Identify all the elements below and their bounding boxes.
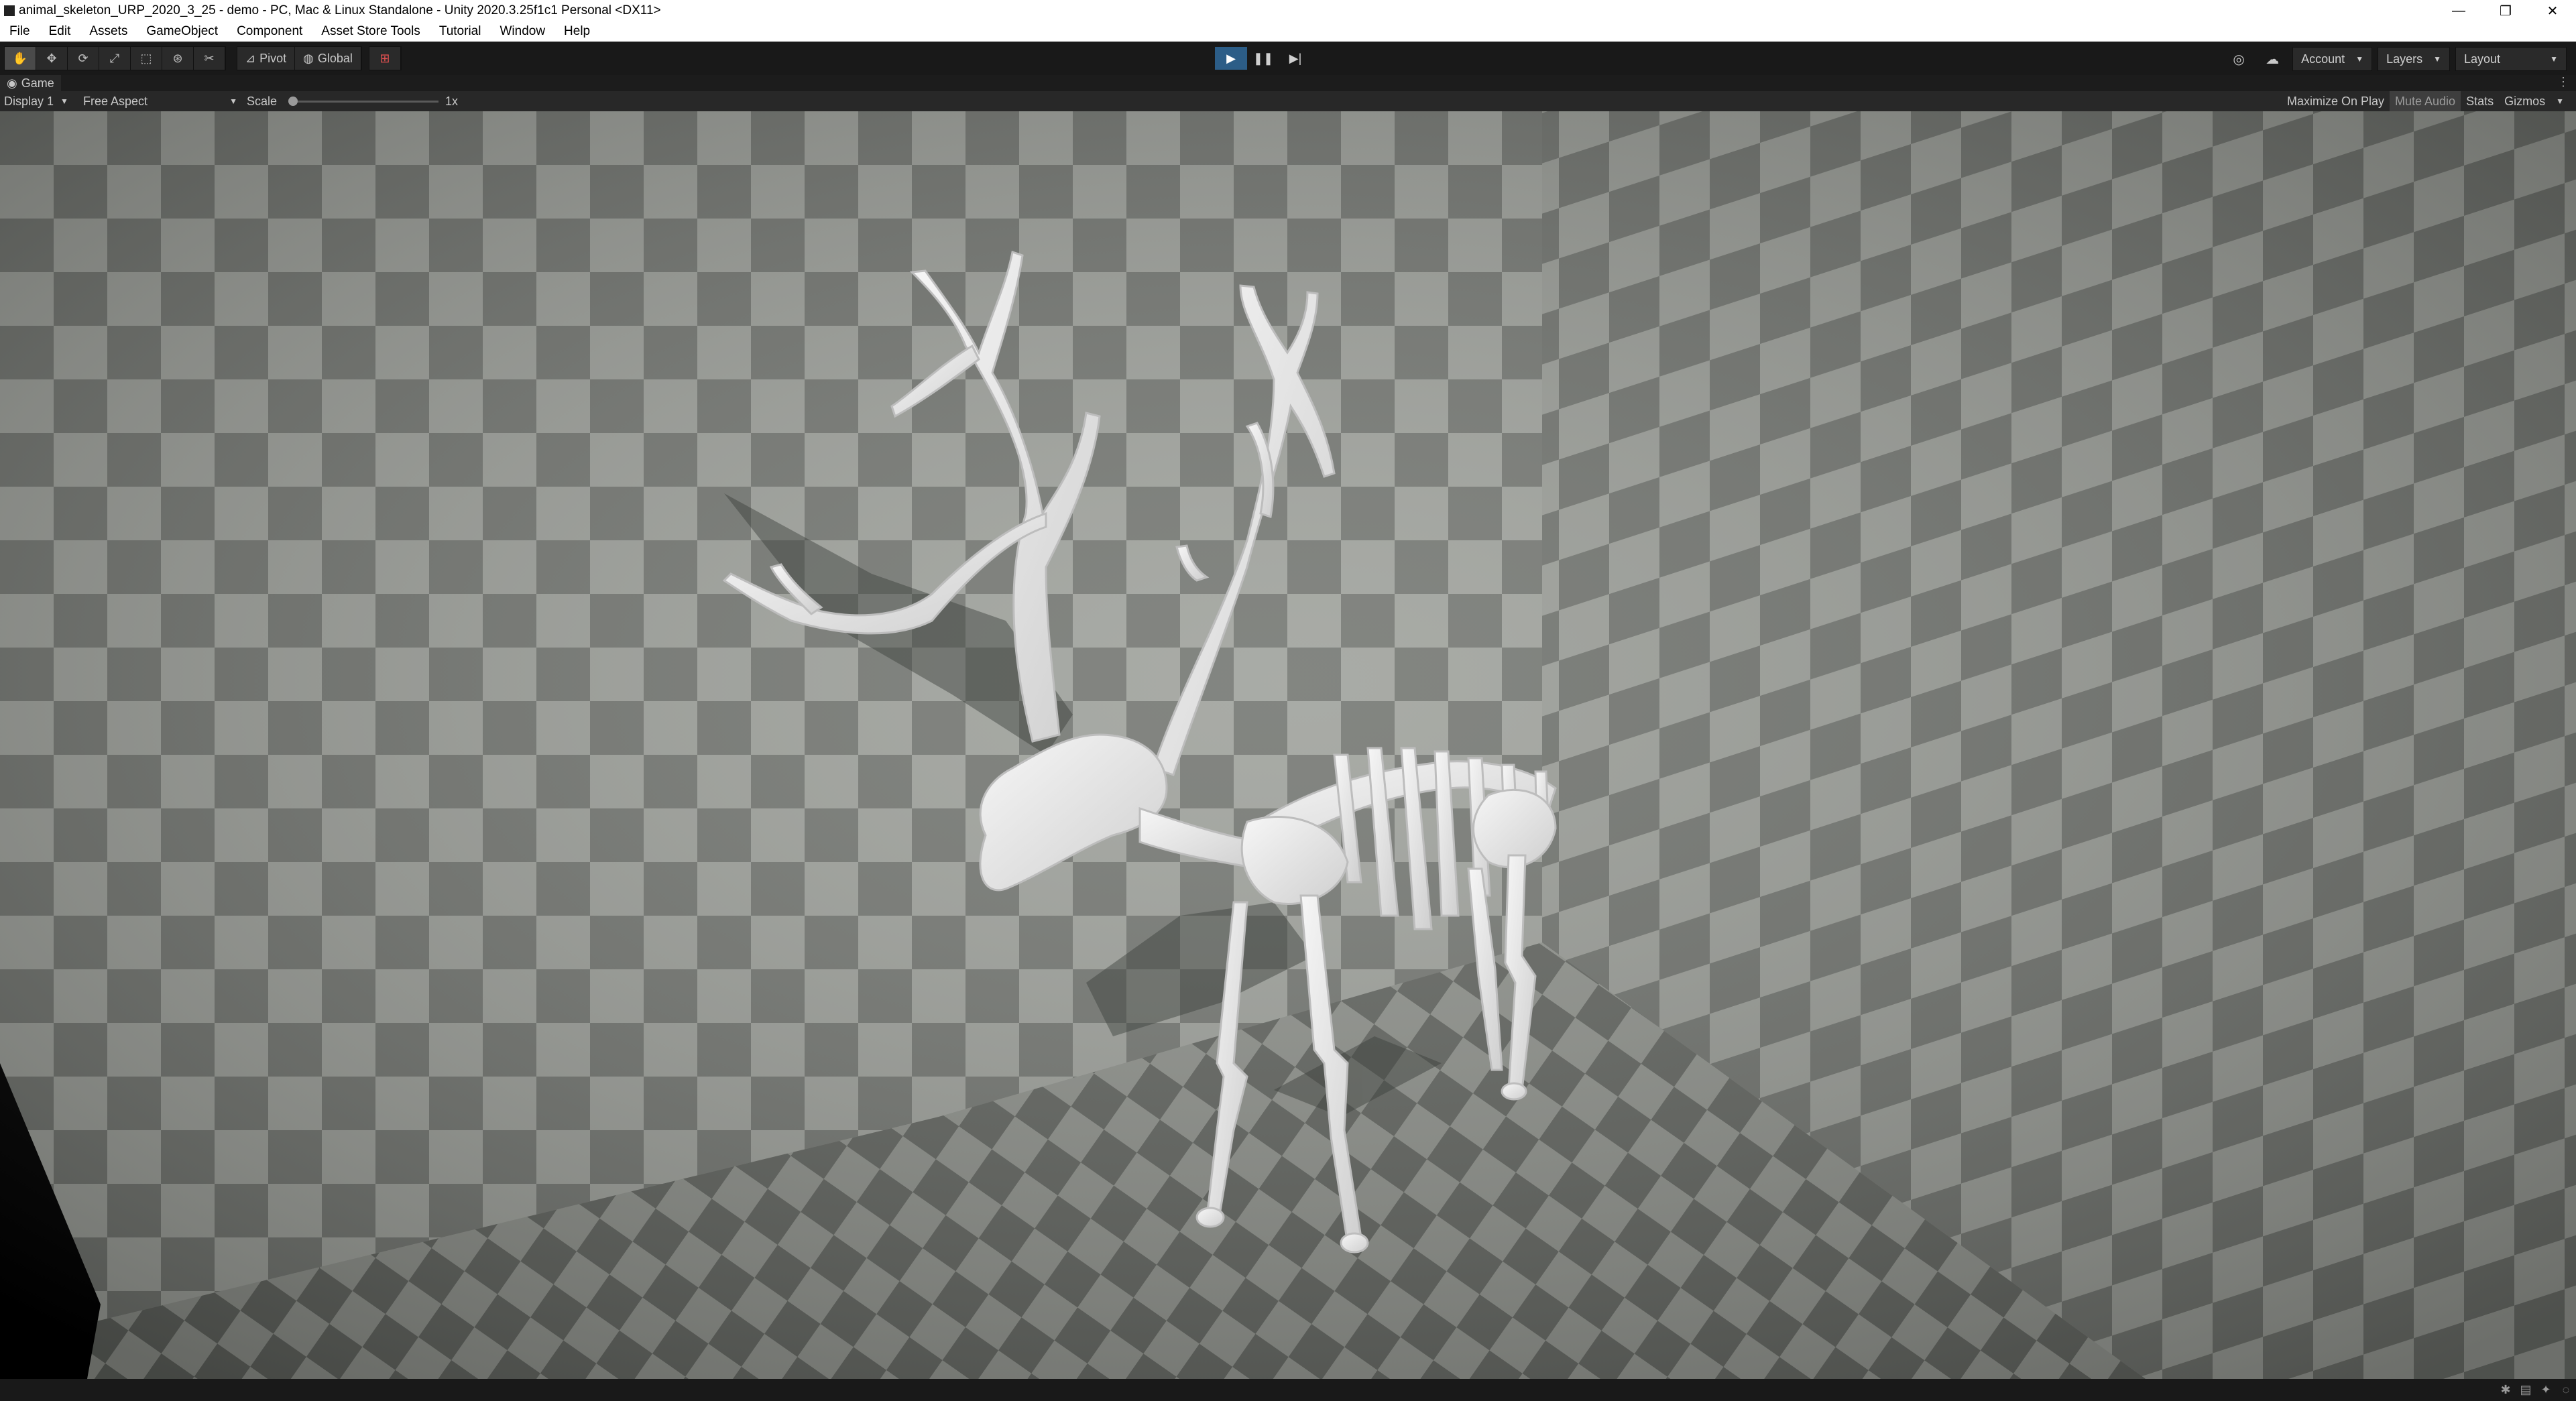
play-controls: ▶ ❚❚ ▶| <box>1215 47 1311 70</box>
chevron-down-icon: ▼ <box>2556 97 2564 106</box>
gizmos-dropdown[interactable]: ▼ <box>2551 91 2569 111</box>
display-label: Display 1 <box>4 94 54 108</box>
lighting-icon[interactable]: ✦ <box>2536 1382 2556 1398</box>
maximize-on-play-toggle[interactable]: Maximize On Play <box>2282 91 2390 111</box>
main-toolbar: ✋ ✥ ⟳ ⤢ ⬚ ⊛ ✂ ⊿ Pivot ◍ Global ⊞ ▶ ❚❚ ▶| ◎… <box>0 42 2576 75</box>
rotate-tool-button[interactable]: ⟳ <box>68 47 99 70</box>
menu-tutorial[interactable]: Tutorial <box>430 24 491 39</box>
console-icon[interactable]: ▤ <box>2516 1382 2536 1398</box>
scale-label: Scale <box>247 94 278 108</box>
unity-app-icon <box>4 5 15 16</box>
pivot-icon: ⊿ <box>245 51 256 65</box>
pivot-toggle[interactable]: ⊿ Pivot <box>237 47 296 70</box>
menu-edit[interactable]: Edit <box>40 24 80 39</box>
chevron-down-icon: ▼ <box>60 97 68 106</box>
menu-component[interactable]: Component <box>227 24 312 39</box>
scale-slider-track[interactable] <box>292 101 438 103</box>
pause-icon: ❚❚ <box>1252 51 1274 65</box>
scale-tool-button[interactable]: ⤢ <box>99 47 131 70</box>
collab-icon: ◎ <box>2233 52 2245 67</box>
title-bar: animal_skeleton_URP_2020_3_25 - demo - P… <box>0 0 2576 21</box>
layout-label: Layout <box>2464 52 2501 66</box>
account-dropdown[interactable]: Account ▼ <box>2292 47 2373 71</box>
play-icon: ▶ <box>1226 51 1236 65</box>
transform-tools: ✋ ✥ ⟳ ⤢ ⬚ ⊛ ✂ <box>4 46 226 70</box>
restore-button[interactable]: ❐ <box>2482 0 2529 21</box>
window-title: animal_skeleton_URP_2020_3_25 - demo - P… <box>19 3 661 17</box>
step-button[interactable]: ▶| <box>1279 47 1311 70</box>
chevron-down-icon: ▼ <box>2550 54 2558 64</box>
tab-game-label: Game <box>21 76 54 90</box>
grid-snap-icon: ⊞ <box>379 51 390 65</box>
scale-icon: ⤢ <box>109 51 120 65</box>
pivot-label: Pivot <box>259 51 287 65</box>
rotate-icon: ⟳ <box>78 51 89 65</box>
menu-bar: File Edit Assets GameObject Component As… <box>0 21 2576 42</box>
game-viewport[interactable] <box>0 111 2576 1379</box>
hand-icon: ✋ <box>12 51 28 65</box>
aspect-dropdown[interactable]: Free Aspect ▼ <box>83 91 237 111</box>
custom-tool-icon: ✂ <box>204 51 215 65</box>
layers-dropdown[interactable]: Layers ▼ <box>2378 47 2450 71</box>
play-button[interactable]: ▶ <box>1215 47 1247 70</box>
globe-icon: ◍ <box>303 51 314 65</box>
stats-toggle[interactable]: Stats <box>2461 91 2499 111</box>
move-tool-button[interactable]: ✥ <box>36 47 68 70</box>
toolbar-right: ◎ ☁ Account ▼ Layers ▼ Layout ▼ <box>2220 47 2567 71</box>
menu-help[interactable]: Help <box>554 24 599 39</box>
global-toggle[interactable]: ◍ Global <box>295 47 361 70</box>
move-icon: ✥ <box>46 51 57 65</box>
cloud-button[interactable]: ☁ <box>2258 48 2287 70</box>
tab-menu-icon[interactable]: ⋮ <box>2557 75 2569 89</box>
scale-slider-thumb[interactable] <box>288 97 298 106</box>
menu-assets[interactable]: Assets <box>80 24 137 39</box>
gamepad-icon: ◉ <box>7 76 17 90</box>
progress-icon[interactable]: ◌ <box>2556 1382 2576 1398</box>
rect-tool-button[interactable]: ⬚ <box>131 47 162 70</box>
tab-game[interactable]: ◉ Game <box>0 75 61 91</box>
menu-window[interactable]: Window <box>490 24 554 39</box>
display-dropdown[interactable]: Display 1 ▼ <box>4 91 68 111</box>
hand-tool-button[interactable]: ✋ <box>5 47 36 70</box>
minimize-button[interactable]: — <box>2435 0 2482 21</box>
close-button[interactable]: ✕ <box>2529 0 2576 21</box>
collab-button[interactable]: ◎ <box>2224 48 2253 70</box>
pivot-group: ⊿ Pivot ◍ Global <box>237 46 362 70</box>
debug-icon[interactable]: ✱ <box>2496 1382 2516 1398</box>
step-icon: ▶| <box>1289 51 1302 65</box>
chevron-down-icon: ▼ <box>2355 54 2364 64</box>
game-view-toolbar: Display 1 ▼ Free Aspect ▼ Scale 1x Maximiz… <box>0 91 2576 111</box>
grid-snap-button[interactable]: ⊞ <box>369 47 401 70</box>
transform-tool-button[interactable]: ⊛ <box>162 47 194 70</box>
game-toggles: Maximize On Play Mute Audio Stats Gizmos… <box>2282 91 2569 111</box>
chevron-down-icon: ▼ <box>229 97 237 106</box>
mute-audio-toggle[interactable]: Mute Audio <box>2390 91 2461 111</box>
custom-tool-button[interactable]: ✂ <box>194 47 225 70</box>
tab-bar: ◉ Game ⋮ <box>0 75 2576 91</box>
game-render <box>0 111 2576 1379</box>
transform-icon: ⊛ <box>172 51 183 65</box>
menu-asset-store-tools[interactable]: Asset Store Tools <box>312 24 430 39</box>
global-label: Global <box>317 51 353 65</box>
vignette <box>0 111 2576 1379</box>
menu-gameobject[interactable]: GameObject <box>137 24 227 39</box>
pause-button[interactable]: ❚❚ <box>1247 47 1279 70</box>
aspect-label: Free Aspect <box>83 94 148 108</box>
chevron-down-icon: ▼ <box>2433 54 2441 64</box>
grid-snap-group: ⊞ <box>368 46 402 70</box>
menu-file[interactable]: File <box>0 24 40 39</box>
account-label: Account <box>2301 52 2345 66</box>
cloud-icon: ☁ <box>2266 52 2280 67</box>
layout-dropdown[interactable]: Layout ▼ <box>2455 47 2567 71</box>
layers-label: Layers <box>2386 52 2423 66</box>
status-bar: ✱ ▤ ✦ ◌ <box>0 1379 2576 1401</box>
scale-value: 1x <box>445 94 459 108</box>
rect-icon: ⬚ <box>140 51 152 65</box>
gizmos-toggle[interactable]: Gizmos <box>2499 91 2551 111</box>
